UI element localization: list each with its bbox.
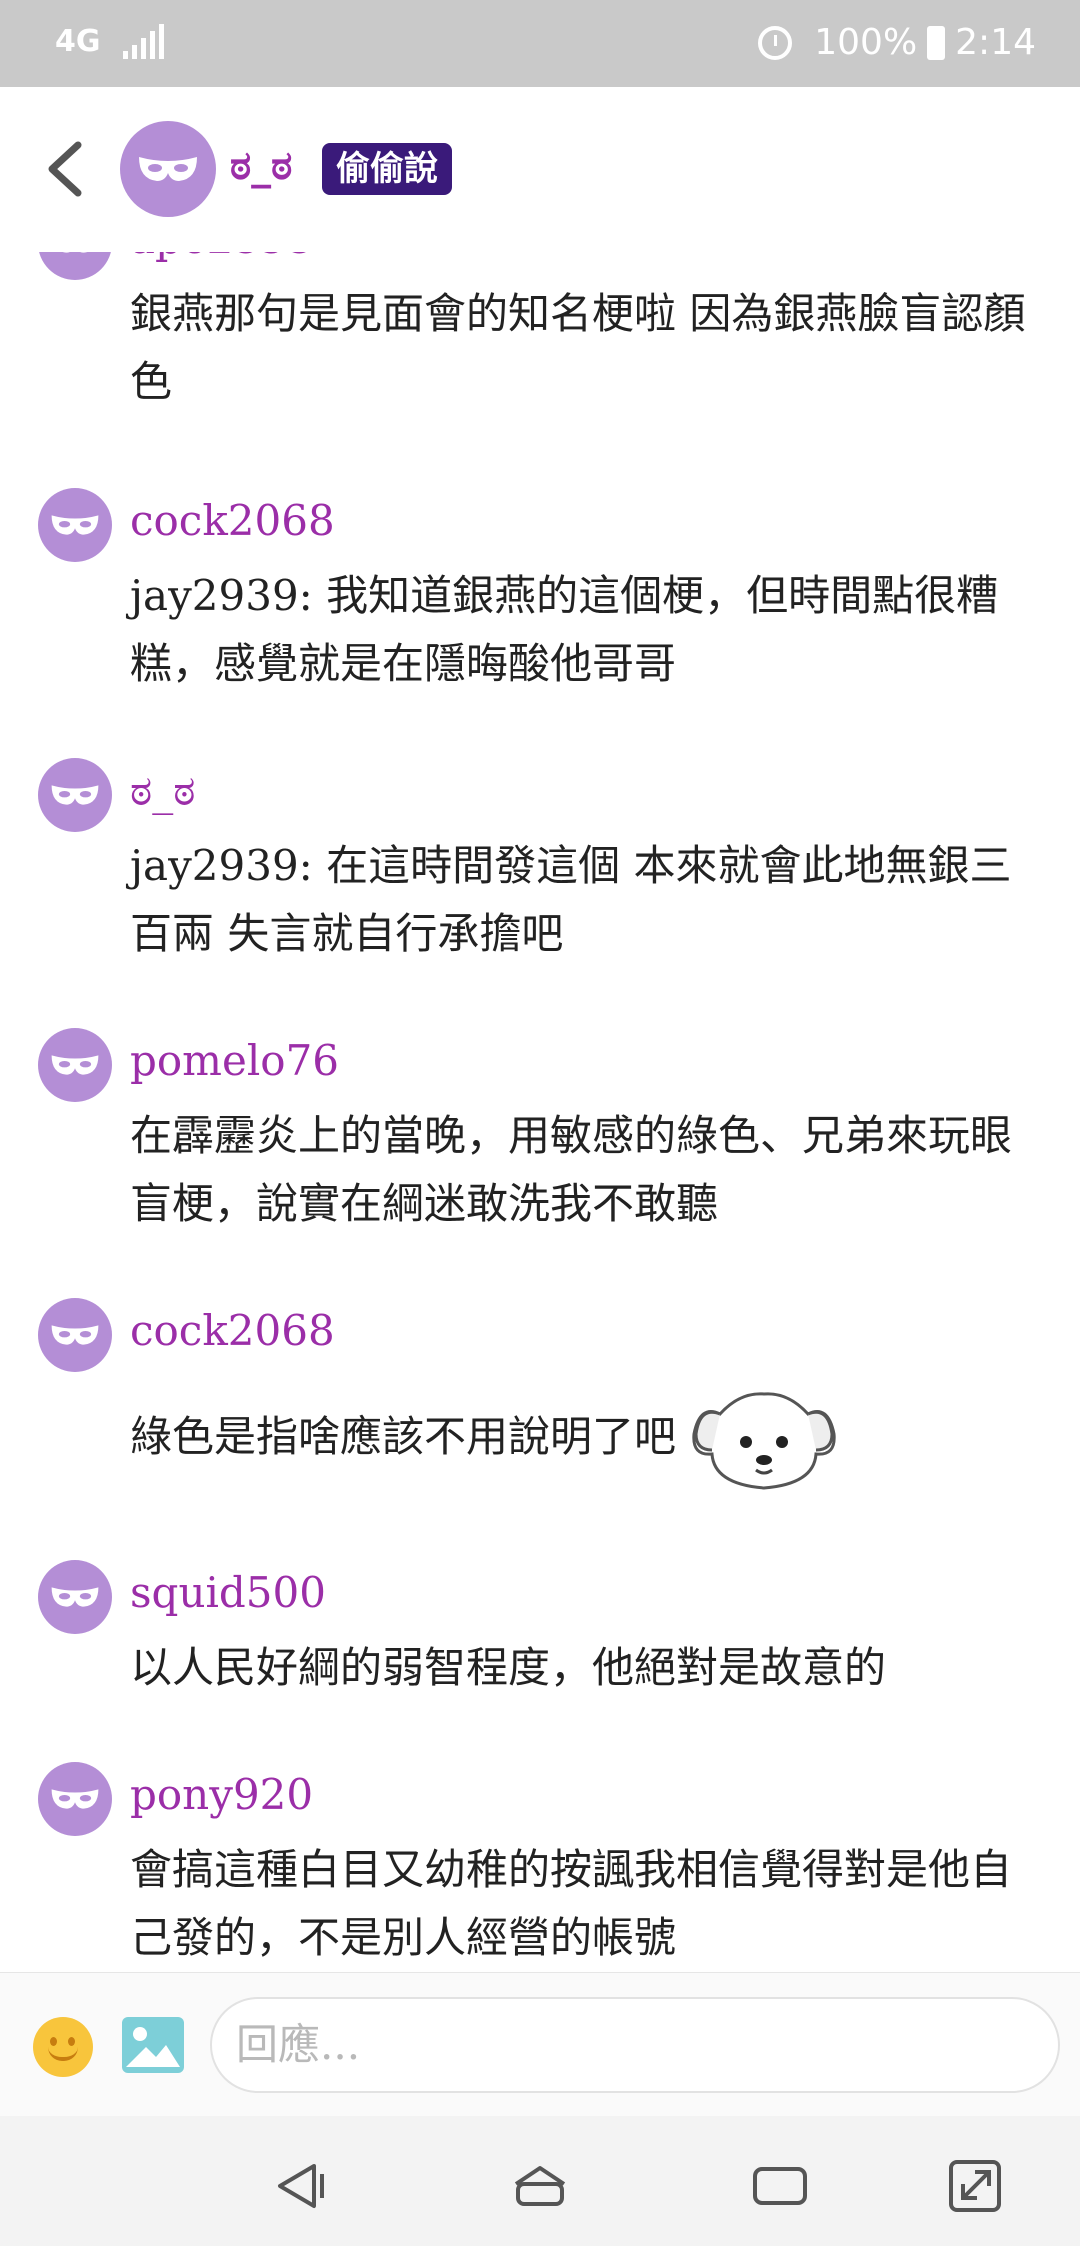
mask-icon [51, 785, 99, 805]
mask-icon [51, 1587, 99, 1607]
message-username[interactable]: pony920 [130, 1770, 313, 1819]
back-nav-icon[interactable] [270, 2156, 330, 2216]
mask-avatar[interactable] [38, 1028, 112, 1102]
message-text: 綠色是指啥應該不用說明了吧 [130, 1412, 677, 1461]
mask-icon [51, 515, 99, 535]
mask-icon [51, 1789, 99, 1809]
mask-avatar[interactable] [38, 1298, 112, 1372]
mask-icon [51, 1055, 99, 1075]
message-username[interactable]: ape2595 [130, 252, 314, 263]
network-indicator: 4G [55, 24, 101, 59]
message-username[interactable]: ಠ_ಠ [130, 766, 195, 816]
message-username[interactable]: cock2068 [130, 496, 335, 545]
mask-avatar[interactable] [120, 121, 216, 217]
expand-nav-icon[interactable] [945, 2156, 1005, 2216]
status-bar: 4G 100% 2:14 [0, 0, 1080, 87]
message-text: 會搞這種白目又幼稚的按諷我相信覺得對是他自己發的，不是別人經營的帳號 [130, 1845, 1013, 1962]
home-nav-icon[interactable] [510, 2156, 570, 2216]
message-username[interactable]: cock2068 [130, 1306, 335, 1355]
mask-avatar[interactable] [38, 758, 112, 832]
image-picker-icon[interactable] [122, 2017, 184, 2073]
reply-bar: 回應... [0, 1972, 1080, 2117]
message-username[interactable]: squid500 [130, 1568, 326, 1617]
alarm-icon [758, 26, 793, 60]
system-nav-bar [0, 2116, 1080, 2246]
mask-avatar[interactable] [38, 488, 112, 562]
chat-header: ಠ_ಠ 偷偷說 [0, 87, 1080, 252]
back-arrow-icon[interactable] [40, 139, 96, 199]
message-text: jay2939: 我知道銀燕的這個梗，但時間點很糟糕，感覺就是在隱晦酸他哥哥 [130, 571, 999, 688]
mask-avatar[interactable] [38, 1762, 112, 1836]
message-text: 銀燕那句是見面會的知名梗啦 因為銀燕臉盲認顏色 [130, 289, 1026, 406]
battery-percent: 100% [814, 22, 918, 63]
clock: 2:14 [955, 22, 1036, 63]
message-text: 在霹靂炎上的當晚，用敏感的綠色、兄弟來玩眼盲梗，說實在綱迷敢洗我不敢聽 [130, 1111, 1013, 1228]
anonymous-badge: 偷偷說 [322, 143, 452, 195]
chat-title: ಠ_ಠ [230, 143, 293, 189]
message-feed[interactable]: ape2595 銀燕那句是見面會的知名梗啦 因為銀燕臉盲認顏色 cock2068… [0, 252, 1080, 1972]
mask-avatar[interactable] [38, 252, 112, 280]
message-text: jay2939: 在這時間發這個 本來就會此地無銀三百兩 失言就自行承擔吧 [130, 841, 1012, 958]
recents-nav-icon[interactable] [750, 2156, 810, 2216]
mask-icon [139, 157, 197, 181]
mask-icon [51, 1325, 99, 1345]
message-username[interactable]: pomelo76 [130, 1036, 339, 1085]
reply-input[interactable]: 回應... [210, 1997, 1060, 2093]
battery-icon [927, 26, 946, 60]
message-text: 以人民好綱的弱智程度，他絕對是故意的 [130, 1643, 887, 1692]
emoji-icon[interactable] [33, 2017, 93, 2077]
message-text-row: 綠色是指啥應該不用說明了吧 [130, 1384, 1050, 1496]
mask-icon [62, 252, 88, 253]
signal-icon [122, 24, 164, 59]
mask-avatar[interactable] [38, 1560, 112, 1634]
puppy-sticker-icon [692, 1392, 836, 1490]
